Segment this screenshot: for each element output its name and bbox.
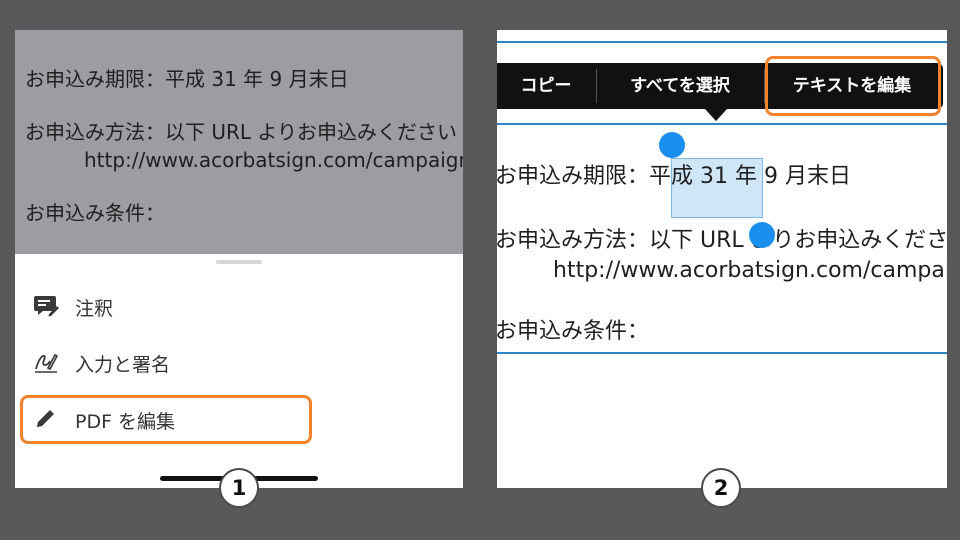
context-menu-pointer <box>705 109 727 121</box>
doc-method: お申込み方法：以下 URL よりお申込みください <box>25 120 457 144</box>
text-box-top-border <box>497 41 947 43</box>
doc-conditions[interactable]: お申込み条件： <box>497 313 649 345</box>
menu-item-comment[interactable]: 注釈 <box>15 282 463 330</box>
doc-deadline[interactable]: お申込み期限：平成 31 年 9 月末日 <box>497 158 851 190</box>
select-all-button[interactable]: すべてを選択 <box>597 63 763 109</box>
step-badge-2: 2 <box>701 468 741 508</box>
step-badge-1: 1 <box>219 468 259 508</box>
selection-start-handle[interactable] <box>659 132 685 158</box>
text-box-edge <box>497 123 947 125</box>
comment-icon <box>33 294 59 318</box>
menu-item-fill-sign[interactable]: 入力と署名 <box>15 338 463 386</box>
text-box-bottom-border <box>497 352 947 354</box>
edit-pdf-highlight-frame <box>20 395 312 444</box>
edit-text-highlight-frame <box>765 56 941 116</box>
doc-conditions: お申込み条件： <box>25 201 165 225</box>
menu-label-comment: 注釈 <box>75 298 114 320</box>
selection-end-handle[interactable] <box>749 222 775 248</box>
step1-screen: お申込み期限：平成 31 年 9 月末日 お申込み方法：以下 URL よりお申込… <box>15 30 463 488</box>
menu-label-fill-sign: 入力と署名 <box>75 354 171 376</box>
step2-screen: コピー すべてを選択 テキストを編集 お申込み期限：平成 31 年 9 月末日 … <box>497 30 947 488</box>
fill-sign-icon <box>33 350 59 374</box>
dimmed-document: お申込み期限：平成 31 年 9 月末日 お申込み方法：以下 URL よりお申込… <box>15 30 463 254</box>
doc-method[interactable]: お申込み方法：以下 URL よりお申込みください <box>497 222 947 254</box>
doc-url: http://www.acorbatsign.com/campaign <box>84 148 463 172</box>
sheet-grabber[interactable] <box>216 260 262 264</box>
copy-button[interactable]: コピー <box>497 63 595 109</box>
tool-bottom-sheet: 注釈 入力と署名 PDF を編集 <box>15 254 463 488</box>
doc-deadline: お申込み期限：平成 31 年 9 月末日 <box>25 67 349 91</box>
doc-url[interactable]: http://www.acorbatsign.com/campaign <box>553 258 947 283</box>
